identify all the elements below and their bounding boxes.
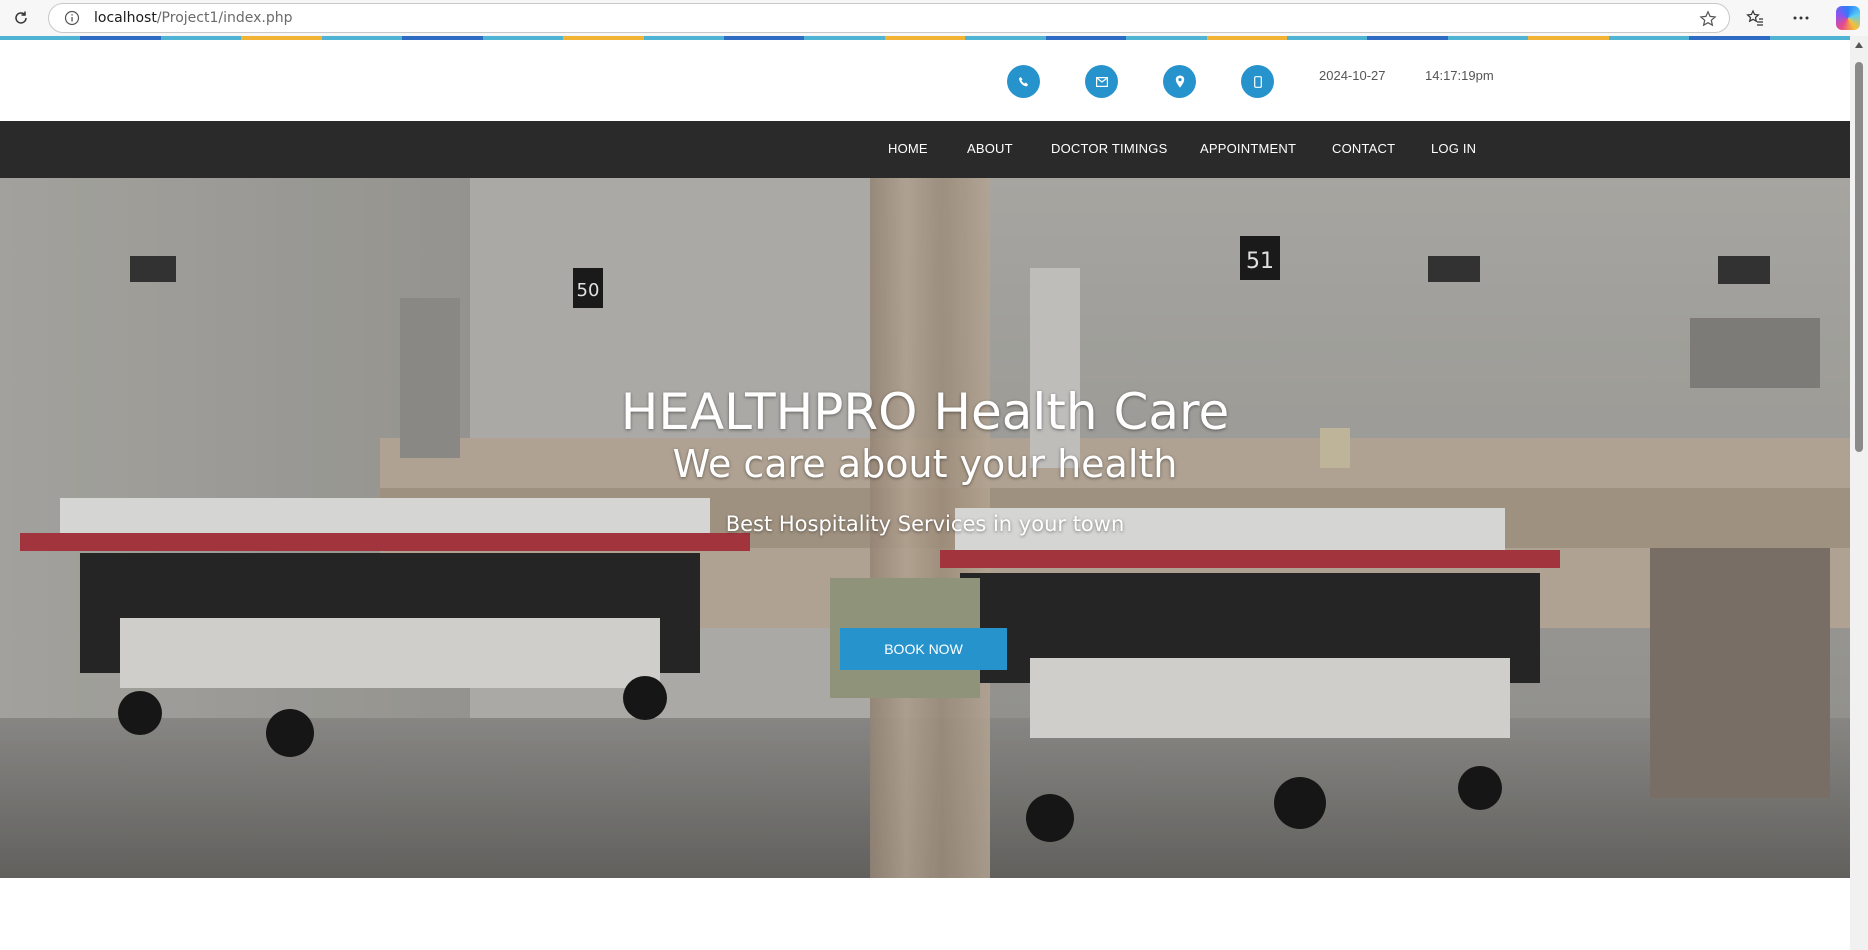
phone-icon[interactable] [1007, 65, 1040, 98]
mail-icon[interactable] [1085, 65, 1118, 98]
mobile-icon[interactable] [1241, 65, 1274, 98]
top-info-bar: 2024-10-27 14:17:19pm [0, 40, 1850, 121]
location-pin-icon[interactable] [1163, 65, 1196, 98]
date-text: 2024-10-27 [1319, 68, 1386, 83]
hero-title: HEALTHPRO Health Care [620, 383, 1230, 441]
browser-toolbar: localhost/Project1/index.php [0, 0, 1868, 36]
nav-login[interactable]: LOG IN [1431, 141, 1476, 156]
scrollbar-thumb[interactable] [1855, 62, 1863, 452]
url-text: localhost/Project1/index.php [94, 10, 293, 26]
hero-tagline: Best Hospitality Services in your town [725, 512, 1125, 536]
main-nav: HOME ABOUT DOCTOR TIMINGS APPOINTMENT CO… [0, 121, 1850, 178]
address-bar[interactable]: localhost/Project1/index.php [48, 3, 1730, 33]
time-text: 14:17:19pm [1425, 68, 1494, 83]
page: 2024-10-27 14:17:19pm HOME ABOUT DOCTOR … [0, 36, 1850, 950]
hero-banner: 50 51 HEALTHPRO Health Care We care abou… [0, 178, 1850, 878]
nav-contact[interactable]: CONTACT [1332, 141, 1395, 156]
favorite-star-icon[interactable] [1699, 10, 1717, 28]
more-options-icon[interactable] [1790, 7, 1812, 29]
nav-about[interactable]: ABOUT [967, 141, 1013, 156]
reload-icon[interactable] [10, 7, 32, 29]
nav-appointment[interactable]: APPOINTMENT [1200, 141, 1296, 156]
site-info-icon[interactable] [64, 10, 80, 26]
favorites-icon[interactable] [1744, 7, 1766, 29]
copilot-icon[interactable] [1836, 6, 1860, 30]
page-scrollbar[interactable] [1850, 36, 1868, 950]
scroll-up-arrow-icon[interactable] [1855, 42, 1863, 48]
hero-subtitle: We care about your health [672, 442, 1178, 486]
nav-doctor-timings[interactable]: DOCTOR TIMINGS [1051, 141, 1167, 156]
nav-home[interactable]: HOME [888, 141, 928, 156]
book-now-button[interactable]: BOOK NOW [840, 628, 1007, 670]
